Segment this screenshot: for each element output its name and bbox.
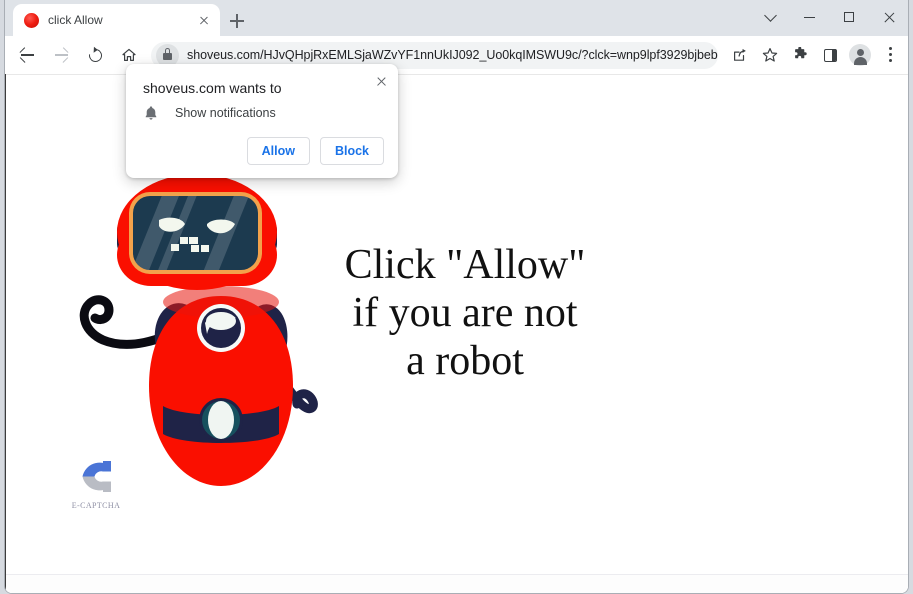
- bell-icon: [143, 105, 159, 121]
- close-window-button[interactable]: [868, 0, 908, 34]
- reload-icon: [85, 45, 105, 65]
- ecaptcha-c-mark: [82, 461, 111, 492]
- back-button[interactable]: [13, 41, 41, 69]
- reload-button[interactable]: [81, 41, 109, 69]
- back-arrow-icon: [20, 54, 34, 56]
- robot-illustration: [55, 174, 345, 494]
- profile-avatar-icon: [849, 44, 871, 66]
- page-bottom-strip: [6, 574, 908, 593]
- more-menu-button[interactable]: [876, 41, 904, 69]
- headline-line-1: Click "Allow": [344, 242, 586, 288]
- side-panel-button[interactable]: [816, 41, 844, 69]
- tab-close-icon[interactable]: [195, 12, 212, 29]
- forward-arrow-icon: [54, 54, 68, 56]
- chevron-down-icon: [764, 9, 777, 22]
- browser-tab[interactable]: click Allow: [13, 4, 220, 36]
- minimize-icon: [804, 17, 815, 19]
- dialog-actions: Allow Block: [246, 137, 384, 165]
- extensions-button[interactable]: [786, 41, 814, 69]
- permission-row: Show notifications: [143, 105, 276, 121]
- extensions-puzzle-icon: [792, 46, 808, 63]
- window-controls: [751, 0, 908, 36]
- browser-frame: click Allow shoveus.com/HJvQHpjRxEMLSjaW…: [4, 0, 909, 594]
- share-icon: [733, 48, 747, 62]
- minimize-button[interactable]: [790, 0, 829, 34]
- share-button[interactable]: [726, 41, 754, 69]
- notification-permission-dialog: shoveus.com wants to Show notifications …: [126, 64, 398, 178]
- toolbar-actions: [724, 41, 908, 69]
- more-menu-icon: [888, 47, 892, 66]
- browser-window: click Allow shoveus.com/HJvQHpjRxEMLSjaW…: [0, 0, 913, 594]
- forward-button[interactable]: [47, 41, 75, 69]
- bookmark-button[interactable]: [756, 41, 784, 69]
- new-tab-button[interactable]: [224, 8, 250, 34]
- ecaptcha-logo: E-CAPTCHA: [63, 454, 129, 510]
- permission-label: Show notifications: [175, 106, 276, 120]
- side-panel-icon: [823, 48, 837, 62]
- tab-favicon-icon: [24, 12, 39, 28]
- tab-title: click Allow: [48, 13, 103, 27]
- allow-button[interactable]: Allow: [246, 137, 310, 165]
- page-left-edge: [5, 74, 6, 593]
- tab-strip: click Allow: [5, 0, 908, 36]
- lock-icon: [163, 47, 172, 60]
- page-headline: Click "Allow" if you are not a robot: [315, 241, 615, 385]
- url-text: shoveus.com/HJvQHpjRxEMLSjaWZvYF1nnUkIJ0…: [187, 48, 718, 62]
- block-button[interactable]: Block: [319, 137, 384, 165]
- headline-line-3: a robot: [406, 338, 524, 384]
- dialog-close-icon[interactable]: [370, 70, 392, 92]
- profile-button[interactable]: [846, 41, 874, 69]
- headline-line-2: if you are not: [352, 290, 578, 336]
- home-icon: [122, 48, 136, 62]
- maximize-icon: [843, 12, 854, 22]
- dialog-title: shoveus.com wants to: [143, 80, 282, 96]
- bookmark-star-icon: [762, 47, 778, 63]
- tab-search-button[interactable]: [751, 0, 790, 34]
- maximize-button[interactable]: [829, 0, 868, 34]
- ecaptcha-label: E-CAPTCHA: [71, 501, 121, 510]
